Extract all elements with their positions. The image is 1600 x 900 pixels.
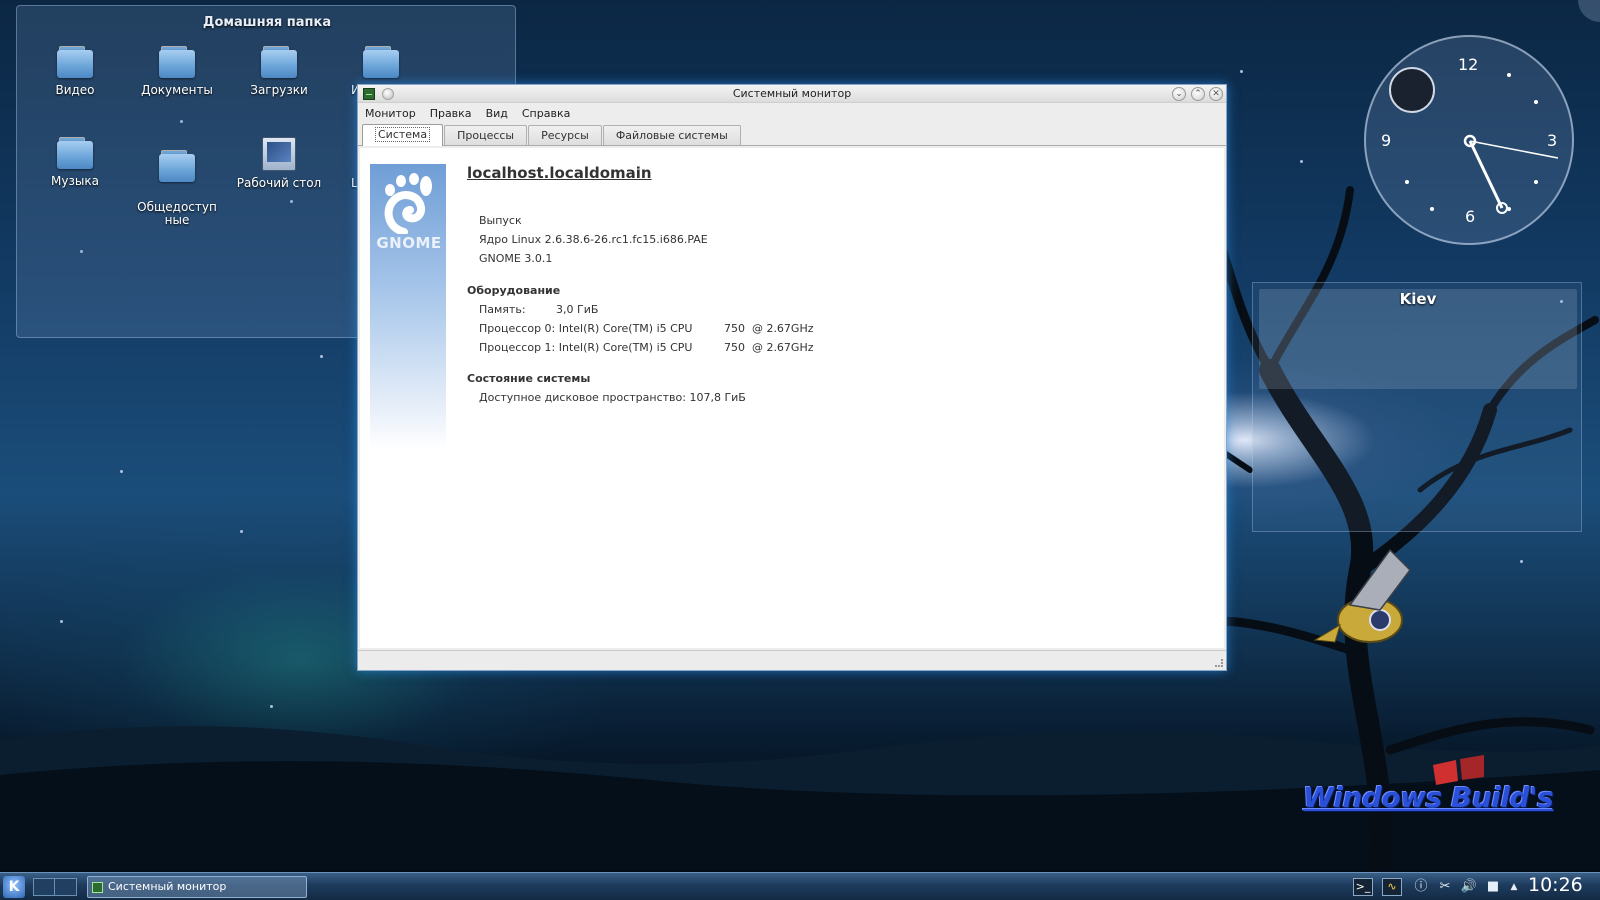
folder-icon (57, 46, 93, 78)
info-icon[interactable]: ⓘ (1412, 877, 1430, 897)
window-title: Системный монитор (732, 87, 852, 100)
watermark: Windows Build's (1303, 755, 1563, 845)
release-label: Выпуск (479, 214, 522, 227)
menu-help[interactable]: Справка (522, 107, 570, 120)
folder-icon (261, 46, 297, 78)
cpu0-info: Процессор 0: Intel(R) Core(TM) i5 CPU 75… (479, 322, 814, 335)
folder-music[interactable]: Музыка (25, 137, 125, 188)
device-notifier-icon[interactable]: ■ (1484, 877, 1502, 897)
window-statusbar (358, 650, 1226, 670)
taskbar: K Системный монитор >_ ∿ ⓘ ✂ 🔊 ■ ▲ 10:26 (0, 872, 1600, 900)
watermark-text: Windows Build's (1303, 781, 1554, 814)
tab-processes[interactable]: Процессы (444, 125, 528, 145)
folder-label: Рабочий стол (236, 176, 322, 190)
menu-monitor[interactable]: Монитор (365, 107, 416, 120)
minimize-button[interactable]: ⌄ (1172, 87, 1186, 101)
desktop-toolbox-button[interactable] (1578, 0, 1600, 22)
desktop-pager[interactable] (33, 878, 77, 896)
gnome-logo-panel: GNOME (370, 164, 446, 449)
folder-icon (159, 46, 195, 78)
analog-clock-widget: 12 3 6 9 (1364, 35, 1574, 245)
clipboard-icon[interactable]: ✂ (1436, 877, 1454, 897)
volume-icon[interactable]: 🔊 (1460, 877, 1478, 897)
maximize-button[interactable]: ⌃ (1191, 87, 1205, 101)
folder-label: Документы (141, 83, 213, 97)
folder-icon (363, 46, 399, 78)
memory-label: Память: (479, 303, 526, 316)
menu-edit[interactable]: Правка (430, 107, 472, 120)
system-tab-content: GNOME localhost.localdomain Выпуск Ядро … (360, 148, 1224, 648)
folder-public[interactable]: Общедоступ ные (127, 137, 227, 240)
kickoff-menu-button[interactable]: K (3, 876, 25, 898)
task-system-monitor[interactable]: Системный монитор (87, 876, 307, 898)
system-monitor-window: Системный монитор ⌄ ⌃ ✕ Монитор Правка В… (357, 84, 1227, 671)
folder-label: Музыка (51, 174, 99, 188)
tab-bar: Система Процессы Ресурсы Файловые систем… (358, 124, 1226, 146)
tab-filesystems[interactable]: Файловые системы (602, 125, 741, 145)
gnome-version: GNOME 3.0.1 (479, 252, 553, 265)
tab-resources[interactable]: Ресурсы (528, 125, 602, 145)
folder-icon (159, 150, 195, 182)
tray-expand-icon[interactable]: ▲ (1505, 877, 1523, 897)
folder-downloads[interactable]: Загрузки (229, 46, 329, 97)
folder-view-title: Домашняя папка (202, 15, 332, 30)
folder-label: Общедоступ ные (137, 200, 217, 227)
memory-value: 3,0 ГиБ (556, 303, 599, 316)
tab-label: Система (375, 127, 431, 142)
gnome-foot-icon (384, 173, 432, 234)
gnome-logo-text: GNOME (376, 234, 442, 252)
menu-view[interactable]: Вид (486, 107, 508, 120)
folder-desktop[interactable]: Рабочий стол (229, 137, 329, 190)
resize-grip[interactable] (1215, 659, 1223, 667)
system-status-heading: Состояние системы (467, 372, 591, 385)
system-monitor-tray-icon[interactable]: ∿ (1382, 878, 1402, 896)
taskbar-clock[interactable]: 10:26 (1528, 874, 1583, 896)
weather-city: Kiev (1399, 290, 1437, 308)
folder-icon (57, 137, 93, 169)
folder-video[interactable]: Видео (25, 46, 125, 97)
hostname-heading: localhost.localdomain (467, 164, 652, 182)
weather-widget: Kiev (1252, 282, 1582, 532)
close-button[interactable]: ✕ (1209, 87, 1223, 101)
desktop-folder-icon (262, 137, 296, 171)
folder-label: Загрузки (250, 83, 308, 97)
folder-label: Видео (55, 83, 95, 97)
terminal-icon[interactable]: >_ (1353, 878, 1373, 896)
folder-documents[interactable]: Документы (127, 46, 227, 97)
hardware-heading: Оборудование (467, 284, 561, 297)
window-titlebar[interactable]: Системный монитор ⌄ ⌃ ✕ (358, 85, 1226, 103)
kernel-info: Ядро Linux 2.6.38.6-26.rc1.fc15.i686.PAE (479, 233, 708, 246)
menubar: Монитор Правка Вид Справка (358, 103, 1226, 124)
disk-space-info: Доступное дисковое пространство: 107,8 Г… (479, 391, 746, 404)
cpu1-info: Процессор 1: Intel(R) Core(TM) i5 CPU 75… (479, 341, 814, 354)
app-monitor-icon (92, 882, 103, 893)
tab-system[interactable]: Система (362, 124, 444, 146)
task-label: Системный монитор (108, 880, 227, 893)
clock-hands (1463, 134, 1559, 214)
